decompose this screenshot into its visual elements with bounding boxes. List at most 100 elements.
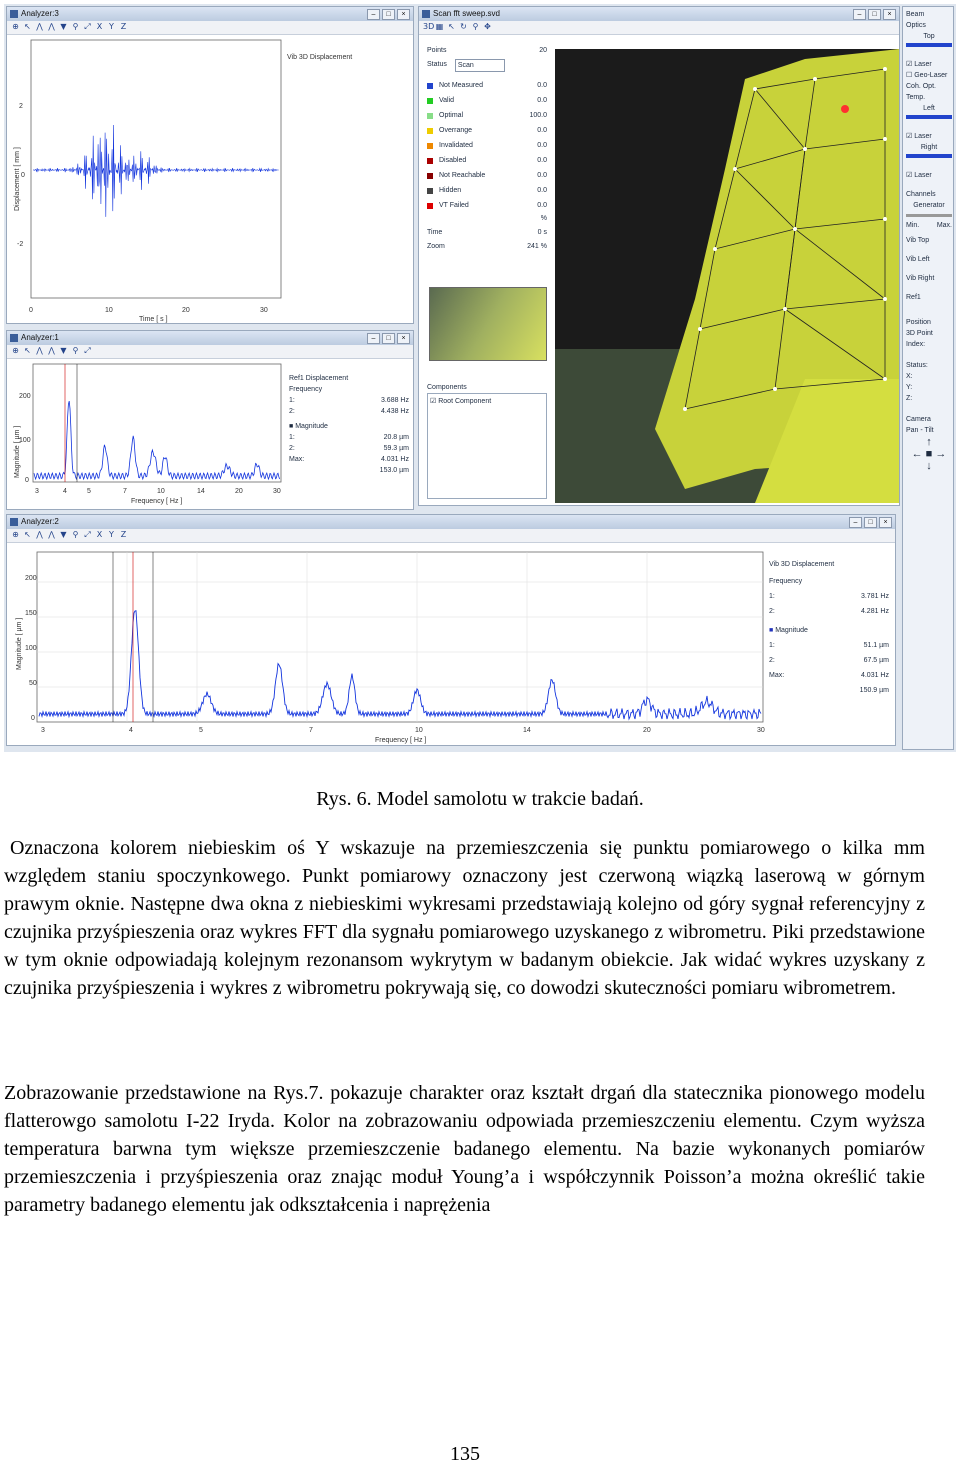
minimize-button[interactable]: – bbox=[367, 9, 380, 20]
status-color-swatch bbox=[427, 82, 433, 89]
analyzer1-toolbar: ⊕ ↖ ⋀ ⋀ ▼ ⚲ ⤢ bbox=[7, 345, 413, 359]
time-value: 0 s bbox=[537, 229, 547, 236]
generator-label: Generator bbox=[913, 202, 945, 209]
filter-icon[interactable]: ▼ bbox=[59, 22, 68, 32]
search-icon[interactable]: ⚲ bbox=[71, 22, 80, 32]
status-value: 0.0 bbox=[537, 97, 547, 104]
x-tick: 4 bbox=[63, 488, 67, 495]
cursor-icon[interactable]: ↖ bbox=[23, 22, 32, 32]
rotate-icon[interactable]: ↻ bbox=[459, 22, 468, 32]
geo-laser-checkbox[interactable]: Geo-Laser bbox=[914, 72, 947, 79]
minimize-button[interactable]: – bbox=[849, 517, 862, 528]
zoom-icon[interactable]: ⊕ bbox=[11, 346, 20, 356]
panel-title: Vib 3D Displacement bbox=[287, 54, 352, 61]
fit-icon[interactable]: ⤢ bbox=[83, 530, 92, 540]
laser-checkbox[interactable]: Laser bbox=[914, 61, 932, 68]
axis-x-icon[interactable]: X bbox=[95, 530, 104, 540]
window-controls: – □ × bbox=[367, 9, 410, 20]
status-select[interactable]: Scan bbox=[454, 59, 505, 72]
zoom-icon[interactable]: ⊕ bbox=[11, 530, 20, 540]
root-checkbox-icon[interactable]: ☑ bbox=[430, 398, 436, 405]
peak2-icon[interactable]: ⋀ bbox=[47, 22, 56, 32]
x-label: X: bbox=[906, 373, 913, 380]
analyzer3-toolbar: ⊕ ↖ ⋀ ⋀ ▼ ⚲ ⤢ X Y Z bbox=[7, 21, 413, 35]
fit-icon[interactable]: ⤢ bbox=[83, 22, 92, 32]
maximize-button[interactable]: □ bbox=[382, 333, 395, 344]
panel-heading: Ref1 Displacement bbox=[289, 375, 349, 382]
f2-label: 2: bbox=[769, 608, 775, 615]
cursor-icon[interactable]: ↖ bbox=[23, 530, 32, 540]
search-icon[interactable]: ⚲ bbox=[471, 22, 480, 32]
axis-y-icon[interactable]: Y bbox=[107, 530, 116, 540]
vib-left-label: Vib Left bbox=[906, 256, 930, 263]
filter-icon[interactable]: ▼ bbox=[59, 530, 68, 540]
peak-icon[interactable]: ⋀ bbox=[35, 530, 44, 540]
maximize-button[interactable]: □ bbox=[864, 517, 877, 528]
y-tick-100: 100 bbox=[25, 645, 37, 652]
maximize-button[interactable]: □ bbox=[382, 9, 395, 20]
peak-icon[interactable]: ⋀ bbox=[35, 22, 44, 32]
x-tick: 5 bbox=[87, 488, 91, 495]
close-button[interactable]: × bbox=[879, 517, 892, 528]
top-label: Top bbox=[923, 33, 935, 40]
coh-opt-label: Coh. Opt. bbox=[906, 83, 936, 90]
grid-icon[interactable]: ▦ bbox=[435, 22, 444, 32]
magnitude-label: Magnitude bbox=[775, 627, 808, 634]
f2-value: 4.438 Hz bbox=[380, 408, 409, 415]
root-component-item[interactable]: Root Component bbox=[438, 398, 491, 405]
3d-icon[interactable]: 3D bbox=[423, 22, 434, 32]
minimize-button[interactable]: – bbox=[367, 333, 380, 344]
axis-z-icon[interactable]: Z bbox=[119, 530, 128, 540]
y-tick-neg2: -2 bbox=[17, 241, 23, 248]
close-button[interactable]: × bbox=[397, 333, 410, 344]
cursor-icon[interactable]: ↖ bbox=[23, 346, 32, 356]
axis-y-icon[interactable]: Y bbox=[107, 22, 116, 32]
peak-icon[interactable]: ⋀ bbox=[35, 346, 44, 356]
scan-titlebar: Scan fft sweep.svd – □ × bbox=[419, 7, 899, 21]
max-label: Max. bbox=[936, 222, 952, 229]
y-tick-200: 200 bbox=[25, 575, 37, 582]
f1-label: 1: bbox=[289, 397, 295, 404]
search-icon[interactable]: ⚲ bbox=[71, 530, 80, 540]
max-label: Max: bbox=[769, 672, 785, 679]
axis-x-icon[interactable]: X bbox=[95, 22, 104, 32]
pointer-icon[interactable]: ↖ bbox=[447, 22, 456, 32]
pan-tilt-arrows-icon[interactable]: ↑ ← ■ → ↓ bbox=[906, 436, 952, 472]
app-icon bbox=[422, 10, 430, 18]
axis-z-icon[interactable]: Z bbox=[119, 22, 128, 32]
peak2-icon[interactable]: ⋀ bbox=[47, 530, 56, 540]
page-number: 135 bbox=[450, 1443, 480, 1465]
move-icon[interactable]: ✥ bbox=[483, 22, 492, 32]
x-axis-label: Frequency [ Hz ] bbox=[375, 737, 426, 744]
status-row: Overrange 0.0 bbox=[427, 123, 547, 138]
status-value: 0.0 bbox=[537, 142, 547, 149]
status-value: 100.0 bbox=[529, 112, 547, 119]
filter-icon[interactable]: ▼ bbox=[59, 346, 68, 356]
thumbnail-image bbox=[429, 287, 547, 361]
analyzer2-panel: Vib 3D Displacement Frequency 1: 3.781 Hz… bbox=[769, 561, 889, 694]
analyzer2-window: Analyzer:2 – □ × ⊕ ↖ ⋀ ⋀ ▼ ⚲ ⤢ X Y Z 200 150 100 50… bbox=[6, 514, 896, 746]
max-freq-value: 4.031 Hz bbox=[380, 456, 409, 463]
points-label: Points bbox=[427, 47, 447, 54]
y-tick-200: 200 bbox=[19, 393, 31, 400]
f1-value: 3.781 Hz bbox=[860, 593, 889, 600]
search-icon[interactable]: ⚲ bbox=[71, 346, 80, 356]
maximize-button[interactable]: □ bbox=[868, 9, 881, 20]
minimize-button[interactable]: – bbox=[853, 9, 866, 20]
close-button[interactable]: × bbox=[883, 9, 896, 20]
fit-icon[interactable]: ⤢ bbox=[83, 346, 92, 356]
right-control-panel: Beam Optics Top ☑ Laser ☐ Geo-Laser Coh.… bbox=[902, 6, 954, 750]
peak2-icon[interactable]: ⋀ bbox=[47, 346, 56, 356]
laser-right-checkbox[interactable]: Laser bbox=[914, 172, 932, 179]
tail-photo bbox=[555, 49, 899, 503]
generator-slider[interactable] bbox=[906, 214, 952, 217]
body-paragraph-2: Zobrazowanie przedstawione na Rys.7. pok… bbox=[4, 1082, 925, 1216]
status-color-swatch bbox=[427, 142, 433, 149]
zoom-icon[interactable]: ⊕ bbox=[11, 22, 20, 32]
status-name: Overrange bbox=[439, 127, 473, 134]
close-button[interactable]: × bbox=[397, 9, 410, 20]
pan-tilt-label: Pan - Tilt bbox=[906, 427, 934, 434]
magnitude-label: Magnitude bbox=[295, 423, 328, 430]
status-color-swatch bbox=[427, 187, 433, 194]
laser-left-checkbox[interactable]: Laser bbox=[914, 133, 932, 140]
